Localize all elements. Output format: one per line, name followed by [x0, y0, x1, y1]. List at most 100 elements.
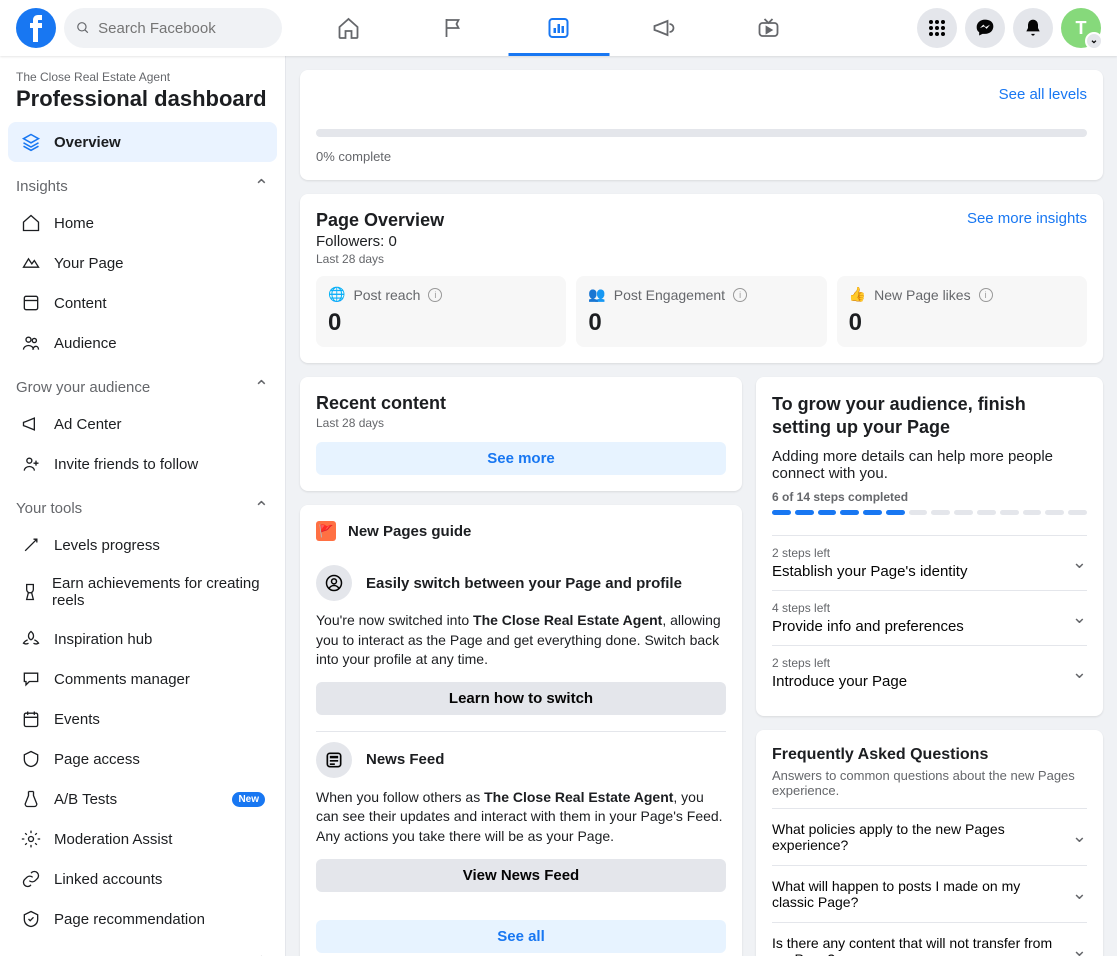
section-platform[interactable]: Platform tools⌃	[0, 939, 285, 956]
globe-icon: 🌐	[328, 286, 345, 303]
step-left: 2 steps left	[772, 656, 907, 670]
sidebar-item[interactable]: Audience	[8, 323, 277, 363]
progress-pill	[772, 510, 791, 515]
sidebar-item[interactable]: Events	[8, 699, 277, 739]
section-tools[interactable]: Your tools⌃	[0, 484, 285, 525]
see-all-levels-link[interactable]: See all levels	[999, 86, 1087, 103]
sidebar-item-label: Events	[54, 711, 100, 728]
sidebar-icon	[20, 669, 42, 689]
facebook-logo-icon[interactable]	[16, 8, 56, 48]
sidebar-item-label: Inspiration hub	[54, 631, 152, 648]
faq-question: What will happen to posts I made on my c…	[772, 878, 1062, 910]
messenger-button[interactable]	[965, 8, 1005, 48]
sidebar-item-label: A/B Tests	[54, 791, 117, 808]
sidebar-item-label: Home	[54, 215, 94, 232]
nav-video[interactable]	[716, 0, 821, 56]
faq-row[interactable]: What will happen to posts I made on my c…	[772, 865, 1087, 922]
messenger-icon	[975, 18, 995, 38]
sidebar-icon	[20, 909, 42, 929]
sidebar-item-label: Levels progress	[54, 537, 160, 554]
sidebar-item[interactable]: Moderation Assist	[8, 819, 277, 859]
sidebar-icon	[20, 454, 42, 474]
chevron-up-icon: ⌃	[254, 377, 269, 398]
nav-home[interactable]	[296, 0, 401, 56]
guide-item: News FeedWhen you follow others as The C…	[316, 732, 726, 908]
sidebar-item-label: Ad Center	[54, 416, 122, 433]
video-icon	[757, 16, 781, 40]
menu-button[interactable]	[917, 8, 957, 48]
search-box[interactable]	[64, 8, 282, 48]
chevron-down-icon: ⌄	[1072, 552, 1087, 573]
sidebar-item[interactable]: Linked accounts	[8, 859, 277, 899]
switch-icon	[316, 565, 352, 601]
sidebar-icon	[20, 629, 42, 649]
search-icon	[76, 20, 90, 36]
chevron-down-icon: ⌄	[1072, 662, 1087, 683]
sidebar-item[interactable]: Levels progress	[8, 525, 277, 565]
section-insights[interactable]: Insights⌃	[0, 162, 285, 203]
recent-period: Last 28 days	[316, 416, 726, 430]
faq-card: Frequently Asked Questions Answers to co…	[756, 730, 1103, 956]
notifications-button[interactable]	[1013, 8, 1053, 48]
sidebar-icon	[20, 253, 42, 273]
sidebar-item[interactable]: Page access	[8, 739, 277, 779]
sidebar-item[interactable]: Page recommendation	[8, 899, 277, 939]
page-overview-card: Page Overview See more insights Follower…	[300, 194, 1103, 363]
setup-count: 6 of 14 steps completed	[772, 490, 1087, 504]
sidebar-item[interactable]: Earn achievements for creating reels	[8, 565, 277, 619]
sidebar-item[interactable]: Your Page	[8, 243, 277, 283]
recent-see-more-button[interactable]: See more	[316, 442, 726, 475]
stat-value: 0	[328, 309, 554, 337]
info-icon[interactable]: i	[979, 288, 993, 302]
stat-value: 0	[588, 309, 814, 337]
stat-label: New Page likes	[874, 287, 971, 303]
guide-see-all-button[interactable]: See all	[316, 920, 726, 953]
sidebar: The Close Real Estate Agent Professional…	[0, 56, 286, 956]
sidebar-item[interactable]: Home	[8, 203, 277, 243]
sidebar-item[interactable]: A/B TestsNew	[8, 779, 277, 819]
nav-dashboard[interactable]	[506, 0, 611, 56]
chevron-down-icon: ⌄	[1072, 607, 1087, 628]
setup-card: To grow your audience, finish setting up…	[756, 377, 1103, 716]
sidebar-item-label: Page recommendation	[54, 911, 205, 928]
setup-step-row[interactable]: 2 steps leftEstablish your Page's identi…	[772, 535, 1087, 590]
sidebar-icon	[20, 535, 42, 555]
chevron-down-icon: ⌄	[1072, 883, 1087, 904]
step-title: Establish your Page's identity	[772, 563, 967, 580]
sidebar-item-label: Page access	[54, 751, 140, 768]
right-nav: T	[917, 8, 1101, 48]
sidebar-item[interactable]: Comments manager	[8, 659, 277, 699]
sidebar-item-label: Linked accounts	[54, 871, 162, 888]
see-more-insights-link[interactable]: See more insights	[967, 210, 1087, 231]
sidebar-icon	[20, 709, 42, 729]
sidebar-icon	[20, 333, 42, 353]
people-icon: 👥	[588, 286, 605, 303]
sidebar-icon	[20, 749, 42, 769]
sidebar-item[interactable]: Invite friends to follow	[8, 444, 277, 484]
sidebar-overview[interactable]: Overview	[8, 122, 277, 162]
stat-box: 👍New Page likesi0	[837, 276, 1087, 347]
guide-item-button[interactable]: Learn how to switch	[316, 682, 726, 715]
sidebar-item[interactable]: Inspiration hub	[8, 619, 277, 659]
section-grow[interactable]: Grow your audience⌃	[0, 363, 285, 404]
setup-step-row[interactable]: 4 steps leftProvide info and preferences…	[772, 590, 1087, 645]
nav-ads[interactable]	[611, 0, 716, 56]
layers-icon	[20, 132, 42, 152]
faq-desc: Answers to common questions about the ne…	[772, 768, 1087, 798]
step-title: Introduce your Page	[772, 673, 907, 690]
info-icon[interactable]: i	[733, 288, 747, 302]
faq-row[interactable]: What policies apply to the new Pages exp…	[772, 808, 1087, 865]
guide-item-button[interactable]: View News Feed	[316, 859, 726, 892]
setup-step-row[interactable]: 2 steps left Introduce your Page ⌄	[772, 645, 1087, 700]
levels-percent: 0% complete	[316, 149, 1087, 164]
section-insights-label: Insights	[16, 178, 68, 195]
levels-progress-bar	[316, 129, 1087, 137]
progress-pill	[1068, 510, 1087, 515]
sidebar-item[interactable]: Ad Center	[8, 404, 277, 444]
info-icon[interactable]: i	[428, 288, 442, 302]
nav-pages[interactable]	[401, 0, 506, 56]
sidebar-item[interactable]: Content	[8, 283, 277, 323]
faq-row[interactable]: Is there any content that will not trans…	[772, 922, 1087, 956]
account-avatar[interactable]: T	[1061, 8, 1101, 48]
search-input[interactable]	[98, 20, 270, 37]
